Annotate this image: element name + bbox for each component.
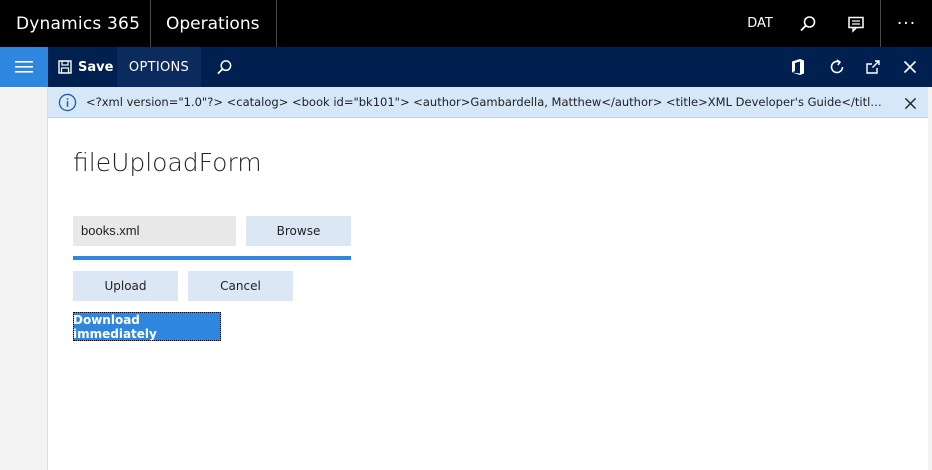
options-tab[interactable]: OPTIONS <box>117 47 201 87</box>
upload-button[interactable]: Upload <box>73 271 178 301</box>
refresh-icon[interactable] <box>819 47 855 87</box>
company-picker[interactable]: DAT <box>740 0 780 47</box>
navigation-menu-button[interactable] <box>0 47 48 87</box>
save-button[interactable]: Save <box>52 47 116 87</box>
info-icon <box>58 93 77 112</box>
file-name-field[interactable] <box>73 216 236 246</box>
action-pane: Save OPTIONS <box>0 47 932 87</box>
right-edge <box>928 87 932 470</box>
save-label: Save <box>78 59 114 75</box>
info-message-bar: <?xml version="1.0"?> <catalog> <book id… <box>48 87 928 118</box>
cancel-button[interactable]: Cancel <box>188 271 293 301</box>
form-content: fileUploadForm Browse Upload Cancel Down… <box>48 118 928 470</box>
info-message-text: <?xml version="1.0"?> <catalog> <book id… <box>86 95 884 109</box>
more-options-button[interactable]: ··· <box>880 0 932 47</box>
dismiss-message-icon[interactable] <box>900 93 920 113</box>
feedback-icon[interactable] <box>834 0 878 47</box>
upload-progress-bar <box>73 256 351 260</box>
close-form-icon[interactable] <box>892 47 928 87</box>
left-navigation-gutter <box>0 87 48 470</box>
top-navigation-bar: Dynamics 365 Operations DAT ··· <box>0 0 932 47</box>
open-new-window-icon[interactable] <box>855 47 891 87</box>
download-immediately-button[interactable]: Download immediately <box>73 312 221 341</box>
action-search-icon[interactable] <box>206 47 242 87</box>
browse-button[interactable]: Browse <box>246 216 351 246</box>
save-icon <box>58 60 72 74</box>
page-title: fileUploadForm <box>73 148 262 177</box>
brand-title[interactable]: Dynamics 365 <box>0 0 151 47</box>
module-title[interactable]: Operations <box>151 0 277 47</box>
hamburger-icon <box>15 61 33 73</box>
office-icon[interactable] <box>780 47 816 87</box>
search-icon[interactable] <box>786 0 830 47</box>
